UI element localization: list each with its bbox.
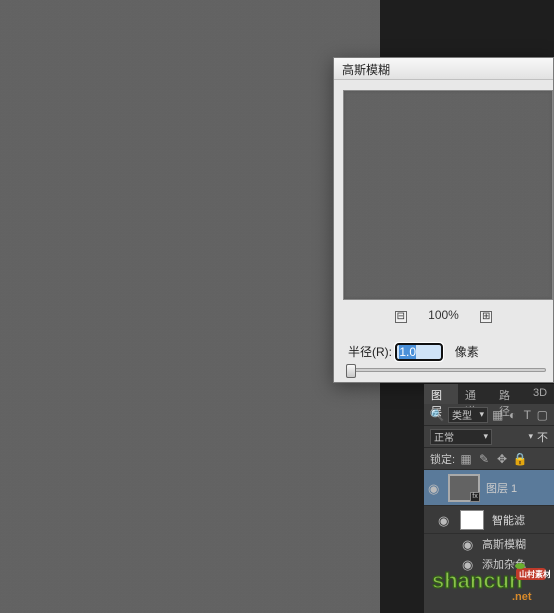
filter-pixel-icon[interactable]: ▦ — [492, 408, 503, 422]
radius-row: 半径(R): 像素 — [334, 343, 553, 361]
layer-list: ◉ fx 图层 1 ◉ 智能滤 ◉ 高斯模糊 ◉ 添加杂色 — [424, 470, 554, 574]
lock-position-icon[interactable]: ✥ — [495, 452, 509, 466]
filter-adjust-icon[interactable]: ◐ — [507, 408, 518, 422]
smart-object-badge-icon: fx — [470, 492, 480, 502]
watermark-suffix: .net — [512, 591, 532, 603]
lock-label: 锁定: — [430, 451, 455, 467]
radius-slider-thumb[interactable] — [346, 364, 356, 378]
tab-3d[interactable]: 3D — [526, 384, 554, 404]
layer-row-layer1[interactable]: ◉ fx 图层 1 — [424, 470, 554, 506]
panel-tabs: 图层 通道 路径 3D — [424, 384, 554, 404]
radius-unit: 像素 — [455, 345, 479, 359]
kind-label: 类型 — [452, 407, 472, 422]
lock-paint-icon[interactable]: ✎ — [477, 452, 491, 466]
visibility-toggle-icon[interactable]: ◉ — [438, 513, 452, 527]
watermark: shancun .net 山村素材 — [430, 562, 550, 609]
filter-shape-icon[interactable]: ▢ — [537, 408, 548, 422]
layer-thumbnail[interactable]: fx — [448, 474, 480, 502]
radius-label: 半径(R): — [348, 345, 392, 359]
blend-mode-dropdown[interactable]: 正常 ▾ — [430, 429, 492, 445]
chevron-down-icon: ▾ — [483, 431, 488, 442]
tab-paths[interactable]: 路径 — [492, 384, 526, 404]
zoom-level-label: 100% — [428, 308, 459, 322]
lock-all-icon[interactable]: 🔒 — [513, 452, 527, 466]
zoom-controls: ⊟ 100% ⊞ — [334, 308, 553, 323]
smart-filters-row[interactable]: ◉ 智能滤 — [424, 506, 554, 534]
tab-channels[interactable]: 通道 — [458, 384, 492, 404]
visibility-toggle-icon[interactable]: ◉ — [428, 481, 442, 495]
blend-row: 正常 ▾ ▾ 不 — [424, 426, 554, 448]
radius-slider-track[interactable] — [346, 368, 546, 372]
filter-mask-thumbnail[interactable] — [460, 510, 484, 530]
search-icon: 🔍 — [430, 408, 444, 422]
filter-preview[interactable] — [343, 90, 553, 300]
watermark-brand: shancun — [432, 568, 522, 593]
zoom-in-button[interactable]: ⊞ — [480, 311, 492, 323]
canvas-workspace[interactable] — [0, 0, 380, 613]
layer-name[interactable]: 图层 1 — [486, 480, 517, 496]
zoom-out-button[interactable]: ⊟ — [395, 311, 407, 323]
effect-gaussian-label: 高斯模糊 — [482, 536, 526, 552]
opacity-label: 不 — [537, 429, 548, 445]
kind-dropdown[interactable]: 类型 ▾ — [448, 407, 488, 423]
filter-type-row: 🔍 类型 ▾ ▦ ◐ T ▢ — [424, 404, 554, 426]
effect-row-gaussian[interactable]: ◉ 高斯模糊 — [424, 534, 554, 554]
gaussian-blur-dialog: 高斯模糊 ⊟ 100% ⊞ 半径(R): 像素 — [333, 57, 554, 383]
blend-mode-label: 正常 — [434, 429, 454, 444]
visibility-toggle-icon[interactable]: ◉ — [462, 537, 476, 551]
filter-text-icon[interactable]: T — [522, 408, 533, 422]
smart-filters-label: 智能滤 — [492, 512, 525, 528]
radius-input[interactable] — [395, 343, 443, 361]
chevron-down-icon: ▾ — [479, 409, 484, 420]
lock-transparent-icon[interactable]: ▦ — [459, 452, 473, 466]
chevron-down-icon: ▾ — [528, 431, 533, 442]
tab-layers[interactable]: 图层 — [424, 384, 458, 404]
lock-row: 锁定: ▦ ✎ ✥ 🔒 — [424, 448, 554, 470]
dialog-title[interactable]: 高斯模糊 — [334, 58, 553, 80]
watermark-tag: 山村素材 — [519, 569, 550, 579]
